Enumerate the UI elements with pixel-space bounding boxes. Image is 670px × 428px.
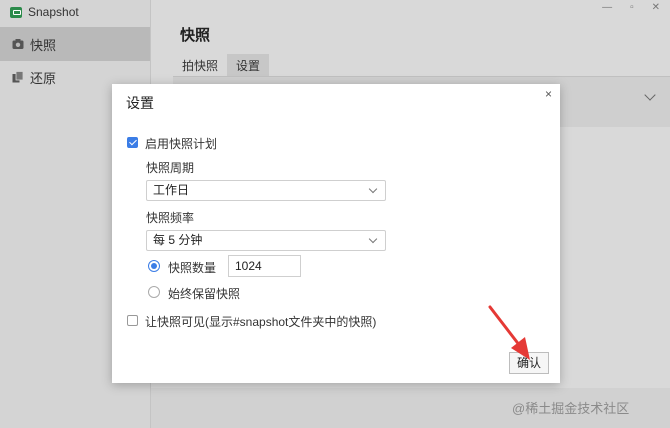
keep-always-radio[interactable] xyxy=(148,286,160,298)
close-icon[interactable]: × xyxy=(545,87,552,101)
chevron-down-icon xyxy=(368,184,378,194)
watermark: @稀土掘金技术社区 xyxy=(512,401,630,416)
enable-schedule-label: 启用快照计划 xyxy=(145,137,218,151)
sidebar-item-snapshot[interactable]: 快照 xyxy=(0,27,150,61)
period-select[interactable]: 工作日 xyxy=(146,180,386,201)
annotation-arrow-icon xyxy=(488,305,530,360)
tab-bar: 拍快照 设置 xyxy=(173,54,270,78)
snapshot-count-input[interactable]: 1024 xyxy=(228,255,301,277)
close-window-button[interactable]: ✕ xyxy=(652,2,660,13)
frequency-select[interactable]: 每 5 分钟 xyxy=(146,230,386,251)
app-logo-icon xyxy=(10,6,22,18)
chevron-down-icon[interactable] xyxy=(644,89,656,101)
frequency-value: 每 5 分钟 xyxy=(153,233,203,247)
sidebar-item-label: 快照 xyxy=(30,37,57,53)
period-label: 快照周期 xyxy=(146,161,195,175)
keep-always-label: 始终保留快照 xyxy=(168,287,241,301)
visible-snapshots-label: 让快照可见(显示#snapshot文件夹中的快照) xyxy=(145,315,377,329)
chevron-down-icon xyxy=(368,234,378,244)
snapshot-count-radio[interactable] xyxy=(148,260,160,272)
snapshot-count-label: 快照数量 xyxy=(168,261,217,275)
maximize-button[interactable]: ▫ xyxy=(630,2,634,13)
restore-icon xyxy=(12,71,24,83)
enable-schedule-checkbox[interactable] xyxy=(127,137,138,148)
app-title-bar: Snapshot xyxy=(10,4,79,20)
window-controls: — ▫ ✕ xyxy=(602,2,660,13)
sidebar-item-label: 还原 xyxy=(30,70,57,86)
tab-take-snapshot[interactable]: 拍快照 xyxy=(173,54,227,78)
minimize-button[interactable]: — xyxy=(602,2,612,13)
dialog-title: 设置 xyxy=(126,95,154,111)
period-value: 工作日 xyxy=(153,183,190,197)
tab-settings[interactable]: 设置 xyxy=(227,54,270,78)
frequency-label: 快照频率 xyxy=(146,211,195,225)
camera-icon xyxy=(12,39,24,49)
page-title: 快照 xyxy=(180,27,211,44)
visible-snapshots-checkbox[interactable] xyxy=(127,315,138,326)
app-name: Snapshot xyxy=(28,5,79,19)
